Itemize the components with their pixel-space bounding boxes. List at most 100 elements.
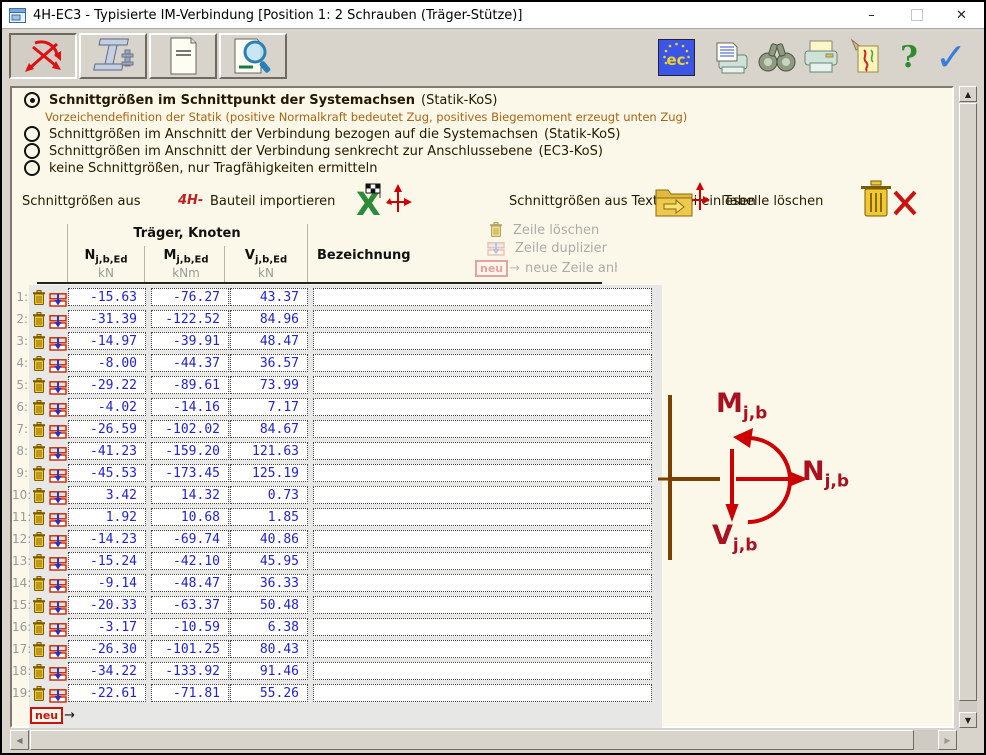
- v-input[interactable]: [230, 354, 308, 372]
- m-input[interactable]: [151, 574, 229, 592]
- m-input[interactable]: [151, 552, 229, 570]
- search-button[interactable]: [758, 38, 796, 76]
- n-input[interactable]: [68, 596, 146, 614]
- n-input[interactable]: [68, 420, 146, 438]
- bezeichnung-input[interactable]: [313, 662, 652, 680]
- m-input[interactable]: [151, 442, 229, 460]
- close-button[interactable]: ✕: [939, 2, 984, 28]
- bezeichnung-input[interactable]: [313, 596, 652, 614]
- m-input[interactable]: [151, 332, 229, 350]
- delete-row-icon[interactable]: [32, 378, 46, 398]
- option-schnittpunkt[interactable]: Schnittgrößen im Schnittpunkt der System…: [24, 92, 498, 108]
- n-input[interactable]: [68, 398, 146, 416]
- v-input[interactable]: [230, 310, 308, 328]
- v-input[interactable]: [230, 662, 308, 680]
- v-input[interactable]: [230, 574, 308, 592]
- delete-row-icon[interactable]: [32, 510, 46, 530]
- confirm-button[interactable]: ✓: [932, 38, 970, 76]
- delete-row-icon[interactable]: [32, 686, 46, 706]
- n-input[interactable]: [68, 662, 146, 680]
- n-input[interactable]: [68, 640, 146, 658]
- m-input[interactable]: [151, 376, 229, 394]
- v-input[interactable]: [230, 486, 308, 504]
- n-input[interactable]: [68, 354, 146, 372]
- m-input[interactable]: [151, 354, 229, 372]
- option-keine-schnittgroessen[interactable]: keine Schnittgrößen, nur Tragfähigkeiten…: [24, 160, 377, 176]
- v-input[interactable]: [230, 618, 308, 636]
- m-input[interactable]: [151, 662, 229, 680]
- v-input[interactable]: [230, 420, 308, 438]
- radio-icon[interactable]: [24, 126, 40, 142]
- bezeichnung-input[interactable]: [313, 618, 652, 636]
- n-input[interactable]: [68, 508, 146, 526]
- radio-selected-icon[interactable]: [24, 92, 40, 108]
- delete-row-icon[interactable]: [32, 444, 46, 464]
- n-input[interactable]: [68, 552, 146, 570]
- m-input[interactable]: [151, 310, 229, 328]
- clear-table-icon[interactable]: [857, 180, 919, 220]
- bezeichnung-input[interactable]: [313, 574, 652, 592]
- delete-row-icon[interactable]: [32, 290, 46, 310]
- v-input[interactable]: [230, 288, 308, 306]
- v-input[interactable]: [230, 332, 308, 350]
- scroll-right-button[interactable]: ▶: [938, 730, 957, 750]
- n-input[interactable]: [68, 618, 146, 636]
- n-input[interactable]: [68, 684, 146, 702]
- vertical-scroll-thumb[interactable]: [959, 103, 977, 701]
- v-input[interactable]: [230, 684, 308, 702]
- print-document-button[interactable]: [713, 38, 751, 76]
- append-row-button[interactable]: neu →: [30, 707, 75, 724]
- radio-icon[interactable]: [24, 160, 40, 176]
- v-input[interactable]: [230, 530, 308, 548]
- horizontal-scrollbar[interactable]: ◀ ▶: [10, 730, 957, 750]
- option-anschnitt-systemachsen[interactable]: Schnittgrößen im Anschnitt der Verbindun…: [24, 126, 620, 142]
- m-input[interactable]: [151, 486, 229, 504]
- tab-construction[interactable]: [79, 33, 147, 79]
- bezeichnung-input[interactable]: [313, 310, 652, 328]
- radio-icon[interactable]: [24, 143, 40, 159]
- scroll-left-button[interactable]: ◀: [10, 730, 29, 750]
- v-input[interactable]: [230, 464, 308, 482]
- n-input[interactable]: [68, 332, 146, 350]
- print-button[interactable]: [802, 38, 840, 76]
- tab-print-preview[interactable]: [219, 33, 287, 79]
- delete-row-icon[interactable]: [32, 356, 46, 376]
- n-input[interactable]: [68, 442, 146, 460]
- n-input[interactable]: [68, 574, 146, 592]
- n-input[interactable]: [68, 530, 146, 548]
- delete-row-icon[interactable]: [32, 576, 46, 596]
- delete-row-icon[interactable]: [32, 642, 46, 662]
- vertical-scrollbar[interactable]: ▲ ▼: [959, 86, 977, 728]
- bezeichnung-input[interactable]: [313, 288, 652, 306]
- m-input[interactable]: [151, 508, 229, 526]
- bezeichnung-input[interactable]: [313, 684, 652, 702]
- v-input[interactable]: [230, 442, 308, 460]
- v-input[interactable]: [230, 552, 308, 570]
- horizontal-scroll-thumb[interactable]: [30, 730, 914, 750]
- help-button[interactable]: ?: [890, 38, 928, 76]
- m-input[interactable]: [151, 596, 229, 614]
- bezeichnung-input[interactable]: [313, 486, 652, 504]
- delete-row-icon[interactable]: [32, 312, 46, 332]
- n-input[interactable]: [68, 464, 146, 482]
- m-input[interactable]: [151, 618, 229, 636]
- option-anschnitt-anschlussebene[interactable]: Schnittgrößen im Anschnitt der Verbindun…: [24, 143, 603, 159]
- v-input[interactable]: [230, 508, 308, 526]
- v-input[interactable]: [230, 376, 308, 394]
- v-input[interactable]: [230, 596, 308, 614]
- bezeichnung-input[interactable]: [313, 552, 652, 570]
- delete-row-icon[interactable]: [32, 334, 46, 354]
- eurocode-button[interactable]: ec: [657, 38, 695, 76]
- bezeichnung-input[interactable]: [313, 640, 652, 658]
- v-input[interactable]: [230, 640, 308, 658]
- n-input[interactable]: [68, 310, 146, 328]
- delete-row-icon[interactable]: [32, 664, 46, 684]
- scroll-up-button[interactable]: ▲: [959, 86, 977, 102]
- delete-row-icon[interactable]: [32, 488, 46, 508]
- delete-row-icon[interactable]: [32, 532, 46, 552]
- bezeichnung-input[interactable]: [313, 508, 652, 526]
- n-input[interactable]: [68, 288, 146, 306]
- bezeichnung-input[interactable]: [313, 420, 652, 438]
- bezeichnung-input[interactable]: [313, 464, 652, 482]
- n-input[interactable]: [68, 376, 146, 394]
